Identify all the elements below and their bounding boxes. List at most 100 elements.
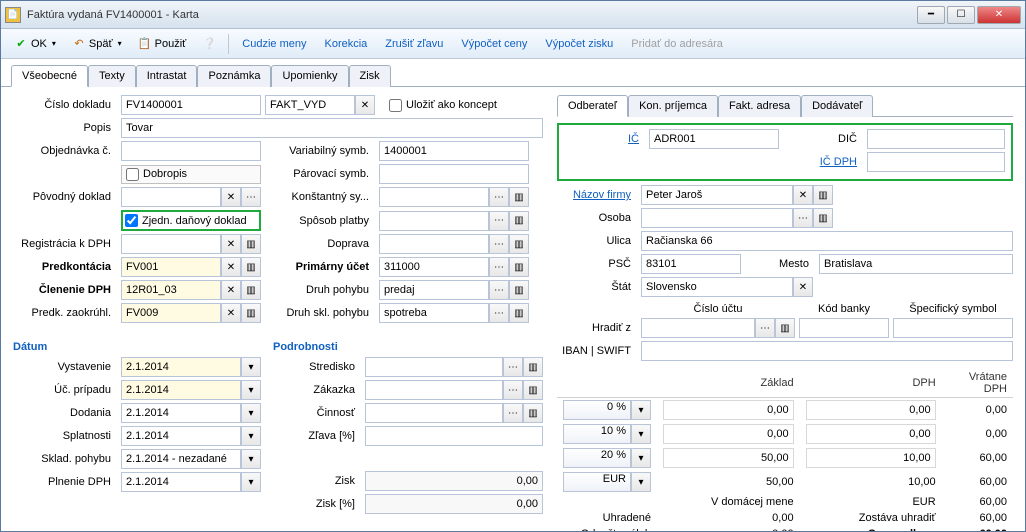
subtab-faktadresa[interactable]: Fakt. adresa: [718, 95, 801, 117]
spec-symb-input[interactable]: [893, 318, 1013, 338]
popis-input[interactable]: [121, 118, 543, 138]
toolbar-link-2[interactable]: Zrušiť zľavu: [377, 34, 451, 54]
subtab-konprijemca[interactable]: Kon. príjemca: [628, 95, 718, 117]
sklad-date[interactable]: [121, 449, 241, 469]
dph-0[interactable]: [806, 400, 936, 420]
dodania-date[interactable]: [121, 403, 241, 423]
stat-input[interactable]: [641, 277, 793, 297]
label-icdph[interactable]: IČ DPH: [783, 156, 863, 168]
povodny-clear[interactable]: ✕: [221, 187, 241, 207]
dobropis-checkbox[interactable]: Dobropis: [121, 165, 261, 184]
zlava-input[interactable]: [365, 426, 543, 446]
nazov-open[interactable]: ▥: [813, 185, 833, 205]
uc-pripadu-date[interactable]: [121, 380, 241, 400]
vystavenie-cal-icon[interactable]: ▾: [241, 357, 261, 377]
sposob-platby-input[interactable]: [379, 211, 489, 231]
back-button[interactable]: ↶Späť: [65, 33, 129, 55]
druh-pohybu-input[interactable]: [379, 280, 489, 300]
plnenie-date[interactable]: [121, 472, 241, 492]
predk-zaokruhl-input[interactable]: [121, 303, 221, 323]
label-cislo-dokladu: Číslo dokladu: [13, 99, 117, 111]
ulozit-koncept-checkbox[interactable]: Uložiť ako koncept: [387, 97, 499, 114]
parovaci-input[interactable]: [379, 164, 529, 184]
clear-rada-button[interactable]: ✕: [355, 95, 375, 115]
hdr-spec-symb: Špecifický symbol: [893, 303, 1013, 315]
clenenie-input[interactable]: [121, 280, 221, 300]
vystavenie-date[interactable]: [121, 357, 241, 377]
zaklad-1[interactable]: [663, 424, 794, 444]
label-stat: Štát: [557, 281, 637, 293]
label-predk-zaokruhl: Predk. zaokrúhl.: [13, 307, 117, 319]
vratane-1: 0,00: [942, 422, 1013, 446]
tab-texty[interactable]: Texty: [88, 65, 136, 87]
minimize-button[interactable]: ━: [917, 6, 945, 24]
dph-1[interactable]: [806, 424, 936, 444]
label-zakazka: Zákazka: [273, 384, 361, 396]
zakazka-input[interactable]: [365, 380, 503, 400]
label-ic[interactable]: IČ: [565, 133, 645, 145]
splatnosti-date[interactable]: [121, 426, 241, 446]
zaklad-2[interactable]: [663, 448, 794, 468]
apply-label: Použiť: [155, 38, 187, 50]
mesto-input[interactable]: [819, 254, 1013, 274]
konstantny-input[interactable]: [379, 187, 489, 207]
toolbar-link-4[interactable]: Výpočet zisku: [537, 34, 621, 54]
cislo-dokladu-input[interactable]: [121, 95, 261, 115]
tab-zisk[interactable]: Zisk: [349, 65, 391, 87]
cinnost-input[interactable]: [365, 403, 503, 423]
app-icon: 📄: [5, 7, 21, 23]
close-button[interactable]: ✕: [977, 6, 1021, 24]
help-button[interactable]: ❔: [195, 33, 223, 55]
label-nazov[interactable]: Názov firmy: [557, 189, 637, 201]
povodny-pick[interactable]: ⋯: [241, 187, 261, 207]
nazov-clear[interactable]: ✕: [793, 185, 813, 205]
konstantny-open[interactable]: ▥: [509, 187, 529, 207]
help-icon: ❔: [202, 37, 216, 51]
subtab-dodavatel[interactable]: Dodávateľ: [801, 95, 873, 117]
tab-vseobecne[interactable]: Všeobecné: [11, 65, 88, 87]
doprava-input[interactable]: [379, 234, 489, 254]
tab-intrastat[interactable]: Intrastat: [136, 65, 198, 87]
psc-input[interactable]: [641, 254, 741, 274]
apply-button[interactable]: 📋Použiť: [131, 33, 194, 55]
primarny-ucet-input[interactable]: [379, 257, 489, 277]
pct-select-1[interactable]: 10 %: [563, 424, 631, 444]
label-zlava: Zľava [%]: [273, 430, 361, 442]
pct-select-0[interactable]: 0 %: [563, 400, 631, 420]
toolbar-link-1[interactable]: Korekcia: [317, 34, 376, 54]
varsymb-input[interactable]: [379, 141, 529, 161]
nazov-input[interactable]: [641, 185, 793, 205]
toolbar-link-3[interactable]: Výpočet ceny: [453, 34, 535, 54]
tab-upomienky[interactable]: Upomienky: [271, 65, 348, 87]
iban-input[interactable]: [641, 341, 1013, 361]
objednavka-input[interactable]: [121, 141, 261, 161]
rada-input[interactable]: [265, 95, 355, 115]
hradit-ucet-input[interactable]: [641, 318, 755, 338]
pct-select-2[interactable]: 20 %: [563, 448, 631, 468]
ok-button[interactable]: ✔OK: [7, 33, 63, 55]
zjedn-danovy-checkbox[interactable]: Zjedn. daňový doklad: [121, 210, 261, 231]
kod-banky-input[interactable]: [799, 318, 889, 338]
konstantny-pick[interactable]: ⋯: [489, 187, 509, 207]
subtab-odberatel[interactable]: Odberateľ: [557, 95, 628, 117]
ok-label: OK: [31, 38, 47, 50]
osoba-input[interactable]: [641, 208, 793, 228]
icdph-input[interactable]: [867, 152, 1005, 172]
dic-input[interactable]: [867, 129, 1005, 149]
povodny-input[interactable]: [121, 187, 221, 207]
ic-input[interactable]: [649, 129, 779, 149]
dph-2[interactable]: [806, 448, 936, 468]
toolbar-link-0[interactable]: Cudzie meny: [234, 34, 314, 54]
druh-skl-input[interactable]: [379, 303, 489, 323]
label-plnenie: Plnenie DPH: [13, 476, 117, 488]
zaklad-0[interactable]: [663, 400, 794, 420]
ulica-input[interactable]: [641, 231, 1013, 251]
ic-highlight-box: IČ DIČ IČ DPH: [557, 123, 1013, 181]
cur-select[interactable]: EUR: [563, 472, 631, 492]
maximize-button[interactable]: ☐: [947, 6, 975, 24]
predkontacia-input[interactable]: [121, 257, 221, 277]
tab-poznamka[interactable]: Poznámka: [197, 65, 271, 87]
label-objednavka: Objednávka č.: [13, 145, 117, 157]
stredisko-input[interactable]: [365, 357, 503, 377]
registracia-input[interactable]: [121, 234, 221, 254]
